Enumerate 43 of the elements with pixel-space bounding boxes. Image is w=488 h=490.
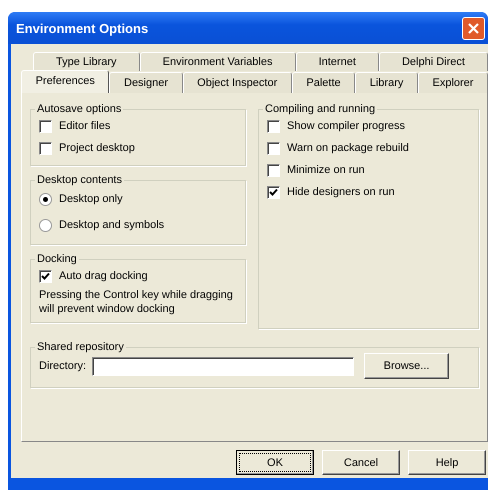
tab[interactable]: Type Library [33,52,140,71]
tab[interactable]: Explorer [418,72,488,93]
checkbox-label: Editor files [59,120,110,132]
checkbox-label: Hide designers on run [287,186,395,198]
tab[interactable]: Designer [109,72,183,93]
dialog-button[interactable]: Help [408,450,486,475]
radio-button[interactable] [39,192,52,206]
directory-field[interactable] [92,356,354,376]
dialog-button[interactable]: Cancel [322,450,400,475]
checkbox-label: Minimize on run [287,164,365,176]
checkbox-label: Warn on package rebuild [287,142,409,154]
checkbox[interactable] [267,164,280,176]
radio-button[interactable] [39,218,52,232]
radio-label: Desktop only [59,193,123,205]
tab[interactable]: Library [355,72,418,93]
checkbox[interactable] [39,120,52,132]
checkbox-label: Auto drag docking [59,270,148,282]
hint-text: Pressing the Control key while dragging will prevent window docking [39,288,234,316]
group-title: Docking [36,253,78,265]
group-title: Shared repository [36,341,125,353]
browse-button[interactable]: Browse... [364,353,450,379]
checkbox[interactable] [267,186,280,198]
checkbox[interactable] [267,120,280,132]
group-title: Desktop contents [36,174,123,186]
checkbox-label: Project desktop [59,142,135,154]
tab[interactable]: Preferences [21,70,110,93]
window-title: Environment Options [15,20,148,36]
field-label: Directory: [39,360,86,372]
dialog-button[interactable]: OK [236,450,314,475]
checkbox[interactable] [39,142,52,154]
tab[interactable]: Object Inspector [182,72,292,93]
checkbox[interactable] [267,142,280,154]
close-icon [468,22,479,34]
tab[interactable]: Environment Variables [140,52,296,71]
tab[interactable]: Palette [292,72,356,93]
tab[interactable]: Internet [296,52,379,71]
checkbox[interactable] [39,270,52,282]
radio-label: Desktop and symbols [59,219,164,231]
group-title: Autosave options [36,103,122,115]
tab[interactable]: Delphi Direct [378,52,488,71]
close-button[interactable] [462,16,485,40]
checkbox-label: Show compiler progress [287,120,405,132]
group-title: Compiling and running [264,103,376,115]
